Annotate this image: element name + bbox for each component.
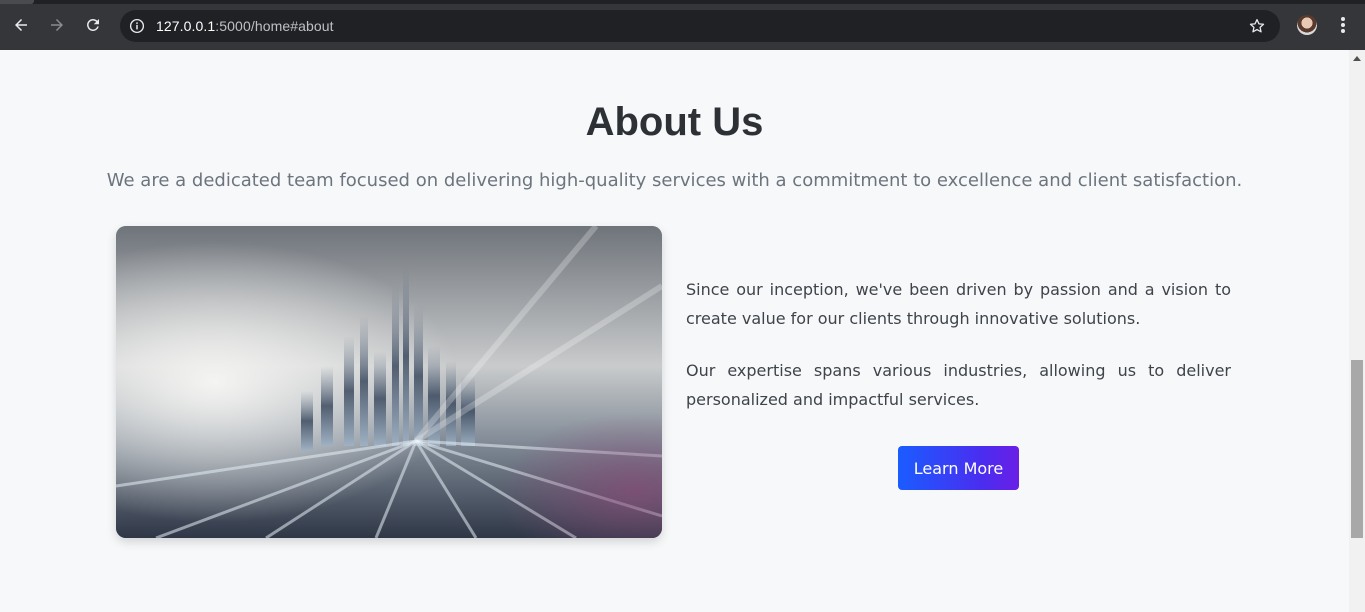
info-icon[interactable] — [128, 17, 146, 35]
reload-icon — [87, 18, 99, 31]
about-paragraph-1: Since our inception, we've been driven b… — [686, 280, 1231, 328]
browser-toolbar: 127.0.0.1:5000/home#about — [0, 0, 1365, 50]
tab-strip — [0, 0, 1365, 4]
vertical-scrollbar[interactable] — [1349, 50, 1365, 612]
scrollbar-thumb[interactable] — [1351, 360, 1363, 538]
avatar[interactable] — [1297, 15, 1317, 35]
url-text[interactable]: 127.0.0.1:5000/home#about — [156, 18, 334, 34]
menu-icon[interactable] — [1334, 15, 1352, 35]
forward-icon — [51, 19, 63, 31]
learn-more-button[interactable]: Learn More — [898, 446, 1019, 490]
address-bar[interactable]: 127.0.0.1:5000/home#about — [120, 10, 1280, 42]
url-host: 127.0.0.1 — [156, 18, 216, 34]
city-blur-image — [116, 226, 662, 538]
active-tab-edge[interactable] — [0, 0, 34, 4]
about-subtitle: We are a dedicated team focused on deliv… — [106, 170, 1243, 191]
about-section: About Us We are a dedicated team focused… — [0, 50, 1349, 612]
reload-button[interactable] — [81, 13, 105, 37]
page-title: About Us — [585, 100, 764, 144]
about-paragraph-2: Our expertise spans various industries, … — [686, 361, 1231, 409]
scroll-up-arrow[interactable] — [1353, 56, 1361, 61]
star-icon[interactable] — [1248, 17, 1266, 35]
back-icon — [15, 19, 27, 31]
url-path: :5000/home#about — [215, 18, 334, 34]
back-button[interactable] — [9, 13, 33, 37]
forward-button[interactable] — [45, 13, 69, 37]
